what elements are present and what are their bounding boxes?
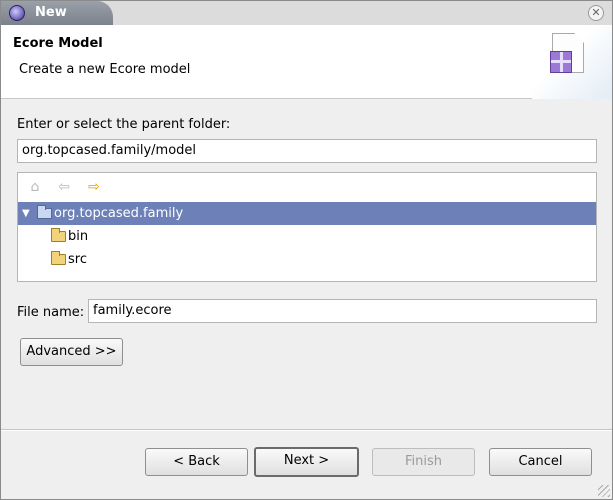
parent-folder-label: Enter or select the parent folder: — [17, 117, 231, 132]
tree-item-label: src — [68, 252, 87, 267]
file-name-label: File name: — [17, 305, 85, 320]
folder-icon — [51, 251, 66, 265]
resize-grip-icon[interactable] — [598, 485, 610, 497]
next-button[interactable]: Next > — [254, 447, 359, 477]
close-icon[interactable]: ✕ — [588, 5, 604, 21]
wizard-banner: Ecore Model Create a new Ecore model — [1, 25, 612, 99]
banner-image — [532, 25, 612, 99]
tree-item-label: bin — [68, 229, 89, 244]
project-folder-icon — [37, 205, 52, 219]
parent-folder-input[interactable]: org.topcased.family/model — [17, 139, 597, 163]
cancel-button[interactable]: Cancel — [489, 448, 592, 476]
page-description: Create a new Ecore model — [19, 62, 191, 77]
eclipse-icon — [9, 5, 25, 21]
folder-icon — [51, 228, 66, 242]
tree-item-label: org.topcased.family — [54, 206, 184, 221]
window-title: New — [35, 5, 67, 20]
model-package-icon — [550, 51, 572, 73]
title-tab: New — [1, 1, 113, 25]
tree-toolbar: ⌂ ⇦ ⇨ — [18, 173, 596, 201]
tree-item-src[interactable]: src — [18, 248, 596, 271]
tree-item-bin[interactable]: bin — [18, 225, 596, 248]
divider-highlight — [1, 430, 612, 431]
advanced-button[interactable]: Advanced >> — [20, 338, 123, 366]
finish-button: Finish — [372, 448, 475, 476]
tree-item-project[interactable]: ▼ org.topcased.family — [18, 202, 596, 225]
new-wizard-dialog: New ✕ Ecore Model Create a new Ecore mod… — [0, 0, 613, 500]
file-name-input[interactable]: family.ecore — [88, 299, 597, 323]
forward-arrow-icon[interactable]: ⇨ — [86, 179, 102, 195]
back-button[interactable]: < Back — [145, 448, 248, 476]
back-arrow-icon[interactable]: ⇦ — [56, 179, 72, 195]
expand-triangle-icon[interactable]: ▼ — [22, 202, 30, 225]
title-bar[interactable]: New ✕ — [1, 1, 612, 25]
home-icon[interactable]: ⌂ — [27, 179, 43, 195]
folder-tree[interactable]: ⌂ ⇦ ⇨ ▼ org.topcased.family bin src — [17, 172, 597, 282]
page-title: Ecore Model — [13, 36, 103, 51]
